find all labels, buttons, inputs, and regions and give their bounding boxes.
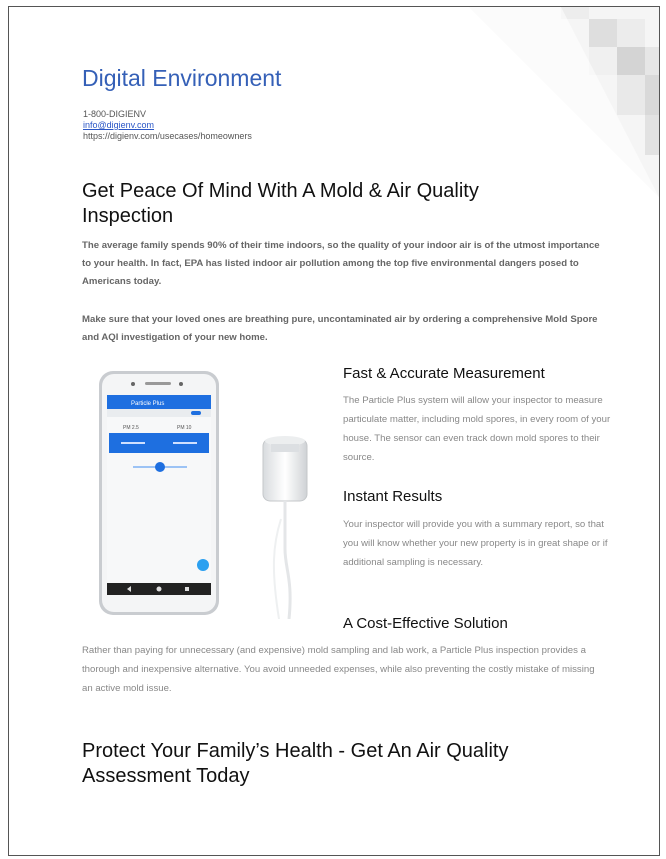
feature-text-cost: Rather than paying for unnecessary (and … [82, 645, 595, 694]
feature-text-measurement: The Particle Plus system will allow your… [343, 395, 611, 463]
document-page: Digital Environment 1-800-DIGIENV info@d… [8, 6, 660, 856]
feature-heading-results: Instant Results [343, 488, 443, 505]
intro-paragraph-1: The average family spends 90% of their t… [82, 240, 600, 287]
decorative-corner-pattern [469, 7, 659, 197]
feature-text-results: Your inspector will provide you with a s… [343, 519, 608, 568]
pm-label-1: PM 2.5 [123, 425, 139, 431]
pm-label-2: PM 10 [177, 425, 192, 431]
intro-paragraph-2: Make sure that your loved ones are breat… [82, 314, 598, 343]
phone-and-sensor-image: Particle Plus PM 2.5 PM 10 [99, 371, 308, 619]
phone-screen [107, 395, 211, 583]
intro-heading: Get Peace Of Mind With A Mold & Air Qual… [82, 180, 479, 227]
website-url: https://digienv.com/usecases/homeowners [83, 131, 252, 141]
feature-heading-cost: A Cost-Effective Solution [343, 615, 508, 632]
email-link[interactable]: info@digienv.com [83, 120, 154, 130]
feature-heading-measurement: Fast & Accurate Measurement [343, 365, 545, 382]
app-title: Particle Plus [131, 401, 164, 407]
contact-block: 1-800-DIGIENV info@digienv.com https://d… [83, 109, 252, 142]
company-name: Digital Environment [82, 65, 282, 91]
phone-number: 1-800-DIGIENV [83, 109, 147, 119]
closing-heading: Protect Your Family’s Health - Get An Ai… [82, 740, 509, 787]
